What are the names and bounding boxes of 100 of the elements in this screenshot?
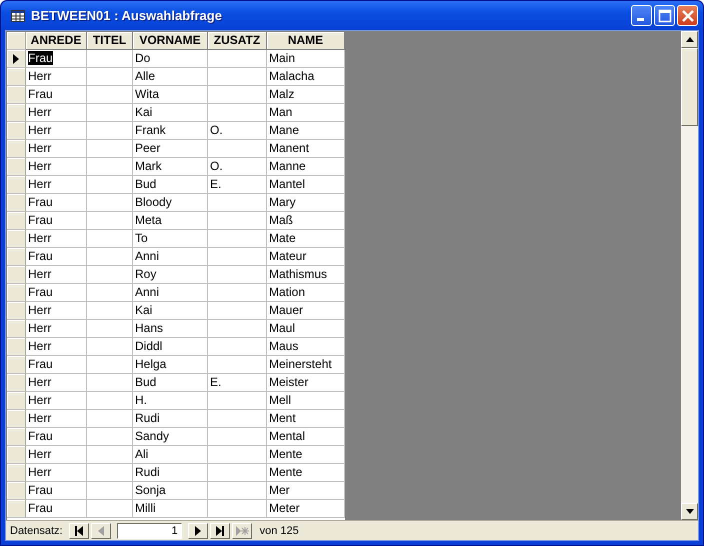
vertical-scrollbar[interactable] — [681, 31, 698, 520]
minimize-icon — [636, 18, 644, 20]
table-cell: E. — [208, 374, 267, 392]
table-cell — [208, 446, 267, 464]
up-arrow-icon — [686, 37, 694, 42]
table-cell: Hans — [133, 320, 208, 338]
table-cell: E. — [208, 176, 267, 194]
table-cell: Frau — [26, 500, 87, 518]
table-cell: Herr — [26, 302, 87, 320]
table-cell — [87, 284, 133, 302]
down-arrow-icon — [686, 509, 694, 514]
table-cell — [87, 302, 133, 320]
table-cell: Bud — [133, 374, 208, 392]
table-cell — [208, 338, 267, 356]
table-cell: Anni — [133, 284, 208, 302]
table-cell: Kai — [133, 302, 208, 320]
table-cell: Herr — [26, 104, 87, 122]
minimize-button[interactable] — [631, 5, 652, 26]
table-cell — [87, 176, 133, 194]
close-button[interactable] — [677, 5, 698, 26]
table-cell — [87, 50, 133, 68]
scroll-thumb[interactable] — [681, 48, 698, 126]
table-cell — [208, 428, 267, 446]
next-record-button[interactable] — [188, 522, 208, 538]
table-cell — [87, 104, 133, 122]
table-cell: Frau — [26, 428, 87, 446]
table-cell: Herr — [26, 320, 87, 338]
column-header[interactable]: NAME — [267, 32, 345, 50]
current-record-icon — [13, 54, 19, 64]
table-cell — [208, 140, 267, 158]
table-cell — [208, 68, 267, 86]
column-header[interactable]: TITEL — [87, 32, 133, 50]
table-cell — [87, 392, 133, 410]
table-cell — [87, 158, 133, 176]
first-record-button[interactable] — [68, 522, 89, 538]
table-cell: Herr — [26, 464, 87, 482]
table-cell: Herr — [26, 410, 87, 428]
scroll-down-button[interactable] — [681, 503, 698, 520]
table-cell — [87, 374, 133, 392]
table-cell: Roy — [133, 266, 208, 284]
column-header[interactable]: ZUSATZ — [208, 32, 267, 50]
table-cell: Herr — [26, 374, 87, 392]
table-cell — [208, 302, 267, 320]
table-cell: Frau — [26, 482, 87, 500]
table-cell: Do — [133, 50, 208, 68]
table-cell — [208, 284, 267, 302]
table-cell: Herr — [26, 158, 87, 176]
table-cell — [208, 500, 267, 518]
table-cell — [87, 248, 133, 266]
table-cell — [87, 482, 133, 500]
table-cell: Frank — [133, 122, 208, 140]
table-cell — [87, 266, 133, 284]
table-cell: Frau — [26, 50, 87, 68]
table-cell: Rudi — [133, 410, 208, 428]
scroll-up-button[interactable] — [681, 31, 698, 48]
table-cell: Alle — [133, 68, 208, 86]
table-cell: H. — [133, 392, 208, 410]
table-cell — [208, 50, 267, 68]
table-cell — [208, 410, 267, 428]
table-cell: Ali — [133, 446, 208, 464]
column-header[interactable]: VORNAME — [133, 32, 208, 50]
table-cell: Herr — [26, 68, 87, 86]
table-cell — [87, 122, 133, 140]
table-cell — [208, 266, 267, 284]
table-cell — [208, 464, 267, 482]
table-cell — [208, 392, 267, 410]
record-count: von 125 — [260, 524, 299, 536]
table-cell: Herr — [26, 266, 87, 284]
table-cell — [87, 338, 133, 356]
close-icon — [680, 8, 694, 22]
table-cell: Milli — [133, 500, 208, 518]
table-cell — [87, 500, 133, 518]
table-cell — [87, 410, 133, 428]
maximize-button[interactable] — [654, 5, 675, 26]
table-cell — [87, 356, 133, 374]
table-cell: Peer — [133, 140, 208, 158]
table-cell — [208, 356, 267, 374]
window-title: BETWEEN01 : Auswahlabfrage — [31, 8, 223, 23]
record-selector[interactable] — [7, 50, 26, 68]
table-cell — [87, 446, 133, 464]
table-cell: Bud — [133, 176, 208, 194]
table-cell: Frau — [26, 194, 87, 212]
table-cell — [208, 230, 267, 248]
table-cell: Helga — [133, 356, 208, 374]
table-cell: Frau — [26, 248, 87, 266]
table-cell: Frau — [26, 284, 87, 302]
table-cell: Herr — [26, 176, 87, 194]
table-cell: Herr — [26, 140, 87, 158]
table-cell: Frau — [26, 212, 87, 230]
table-cell: Anni — [133, 248, 208, 266]
record-number-field[interactable]: 1 — [116, 522, 182, 538]
table-cell: Diddl — [133, 338, 208, 356]
table-cell: To — [133, 230, 208, 248]
table-cell: Mark — [133, 158, 208, 176]
table-cell — [208, 212, 267, 230]
table-cell: Herr — [26, 230, 87, 248]
table-cell: Kai — [133, 104, 208, 122]
last-record-button[interactable] — [210, 522, 230, 538]
table-cell — [87, 68, 133, 86]
column-header[interactable]: ANREDE — [26, 32, 87, 50]
